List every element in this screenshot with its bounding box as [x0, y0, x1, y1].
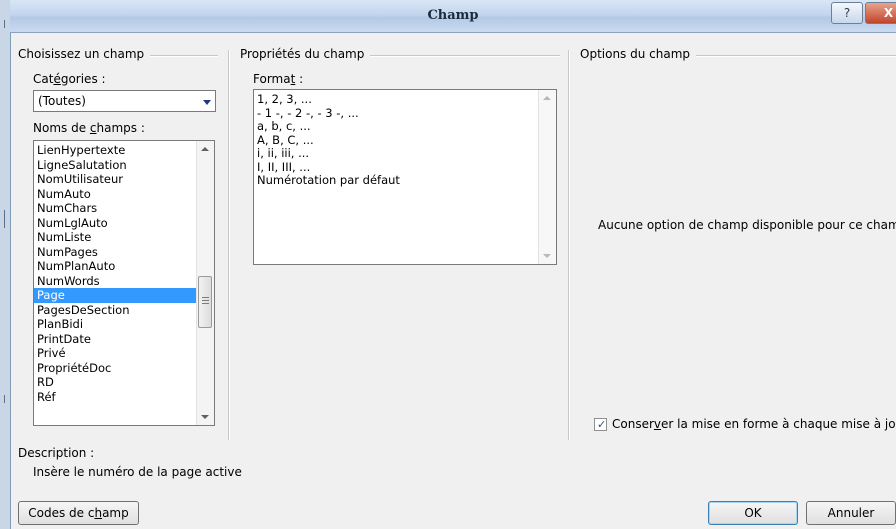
field-list-item[interactable]: Réf [34, 390, 214, 405]
field-list-item[interactable]: PlanBidi [34, 317, 214, 332]
field-list-item[interactable]: NomUtilisateur [34, 172, 214, 187]
field-list-item[interactable]: Privé [34, 346, 214, 361]
checkmark-icon: ✓ [597, 418, 607, 431]
field-properties-group-label: Propriétés du champ [240, 47, 371, 61]
format-list-scrollbar [538, 90, 556, 264]
format-list-item[interactable]: I, II, III, ... [254, 160, 556, 175]
background-window-edge [0, 0, 11, 529]
choose-field-divider [140, 55, 218, 57]
dialog-titlebar[interactable]: Champ ? X [10, 0, 896, 33]
field-list-item[interactable]: Page [34, 288, 214, 303]
field-options-group-label: Options du champ [580, 47, 697, 61]
field-list-item[interactable]: NumListe [34, 230, 214, 245]
field-list-item[interactable]: NumWords [34, 274, 214, 289]
format-list-item[interactable]: 1, 2, 3, ... [254, 92, 556, 107]
categories-dropdown[interactable]: (Toutes) [33, 90, 216, 112]
field-list-scrollbar[interactable] [196, 141, 214, 425]
field-list-item[interactable]: LienHypertexte [34, 143, 214, 158]
scroll-up-icon[interactable] [201, 147, 209, 151]
help-icon: ? [843, 6, 851, 20]
field-options-divider [688, 55, 896, 57]
field-names-label: Noms de champs : [33, 121, 145, 135]
field-list-item[interactable]: NumPlanAuto [34, 259, 214, 274]
field-properties-divider [362, 55, 560, 57]
choose-field-group-label: Choisissez un champ [18, 47, 151, 61]
preserve-format-checkbox[interactable]: ✓ [594, 418, 607, 431]
scroll-down-icon [543, 254, 551, 258]
field-codes-button[interactable]: Codes de champ [18, 501, 139, 525]
scroll-thumb[interactable] [198, 276, 212, 328]
close-button[interactable]: X [865, 2, 896, 24]
panel-separator-right [568, 50, 570, 440]
dialog-title: Champ [427, 8, 479, 23]
field-list-item[interactable]: PropriétéDoc [34, 361, 214, 376]
field-list-item[interactable]: LigneSalutation [34, 158, 214, 173]
help-button[interactable]: ? [831, 2, 863, 24]
field-list-item[interactable]: NumChars [34, 201, 214, 216]
format-list-item[interactable]: i, ii, iii, ... [254, 146, 556, 161]
field-list-item[interactable]: NumAuto [34, 187, 214, 202]
field-list-item[interactable]: NumPages [34, 245, 214, 260]
scroll-up-icon [543, 96, 551, 100]
chevron-down-icon [203, 100, 211, 105]
format-list-item[interactable]: - 1 -, - 2 -, - 3 -, ... [254, 106, 556, 121]
format-list[interactable]: 1, 2, 3, ... - 1 -, - 2 -, - 3 -, ... a, b… [253, 89, 557, 265]
field-list-item[interactable]: PrintDate [34, 332, 214, 347]
format-label: Format : [253, 72, 304, 86]
close-icon: X [883, 6, 894, 20]
description-label: Description : [18, 446, 95, 460]
cancel-button[interactable]: Annuler [806, 501, 896, 525]
ok-button[interactable]: OK [708, 501, 798, 525]
format-list-item[interactable]: Numérotation par défaut [254, 173, 556, 188]
field-list-item[interactable]: PagesDeSection [34, 303, 214, 318]
scroll-down-icon[interactable] [201, 415, 209, 419]
no-options-message: Aucune option de champ disponible pour c… [598, 218, 896, 232]
categories-label: Catégories : [33, 72, 106, 86]
preserve-format-label[interactable]: Conserver la mise en forme à chaque mise… [612, 417, 896, 431]
format-list-item[interactable]: A, B, C, ... [254, 133, 556, 148]
field-names-list[interactable]: LienHypertexte LigneSalutation NomUtilisat… [33, 140, 215, 426]
format-list-item[interactable]: a, b, c, ... [254, 119, 556, 134]
field-list-item[interactable]: NumLglAuto [34, 216, 214, 231]
description-text: Insère le numéro de la page active [33, 465, 242, 479]
categories-value: (Toutes) [38, 94, 86, 108]
field-list-item[interactable]: RD [34, 375, 214, 390]
panel-separator-left [228, 50, 230, 440]
